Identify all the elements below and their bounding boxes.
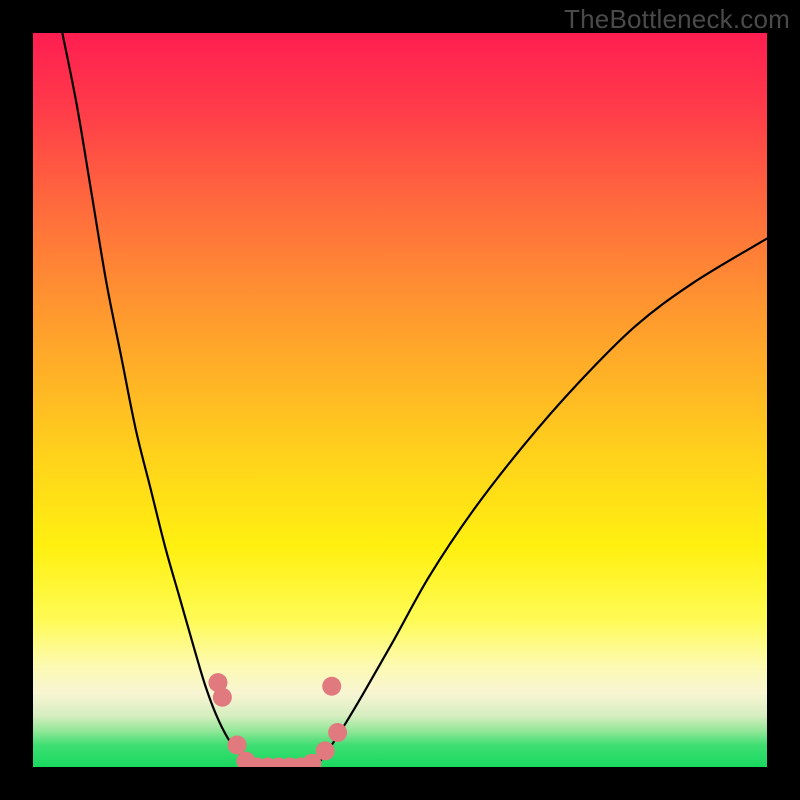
chart-frame: TheBottleneck.com bbox=[0, 0, 800, 800]
plot-area bbox=[33, 33, 767, 767]
curve-left-branch bbox=[62, 33, 251, 767]
highlight-dot bbox=[316, 741, 335, 760]
watermark-text: TheBottleneck.com bbox=[564, 4, 790, 35]
highlight-dot bbox=[322, 677, 341, 696]
curve-right-branch bbox=[316, 239, 767, 767]
curves-svg bbox=[33, 33, 767, 767]
highlight-dots bbox=[208, 673, 347, 767]
highlight-dot bbox=[328, 723, 347, 742]
highlight-dot bbox=[213, 688, 232, 707]
highlight-dot bbox=[228, 735, 247, 754]
